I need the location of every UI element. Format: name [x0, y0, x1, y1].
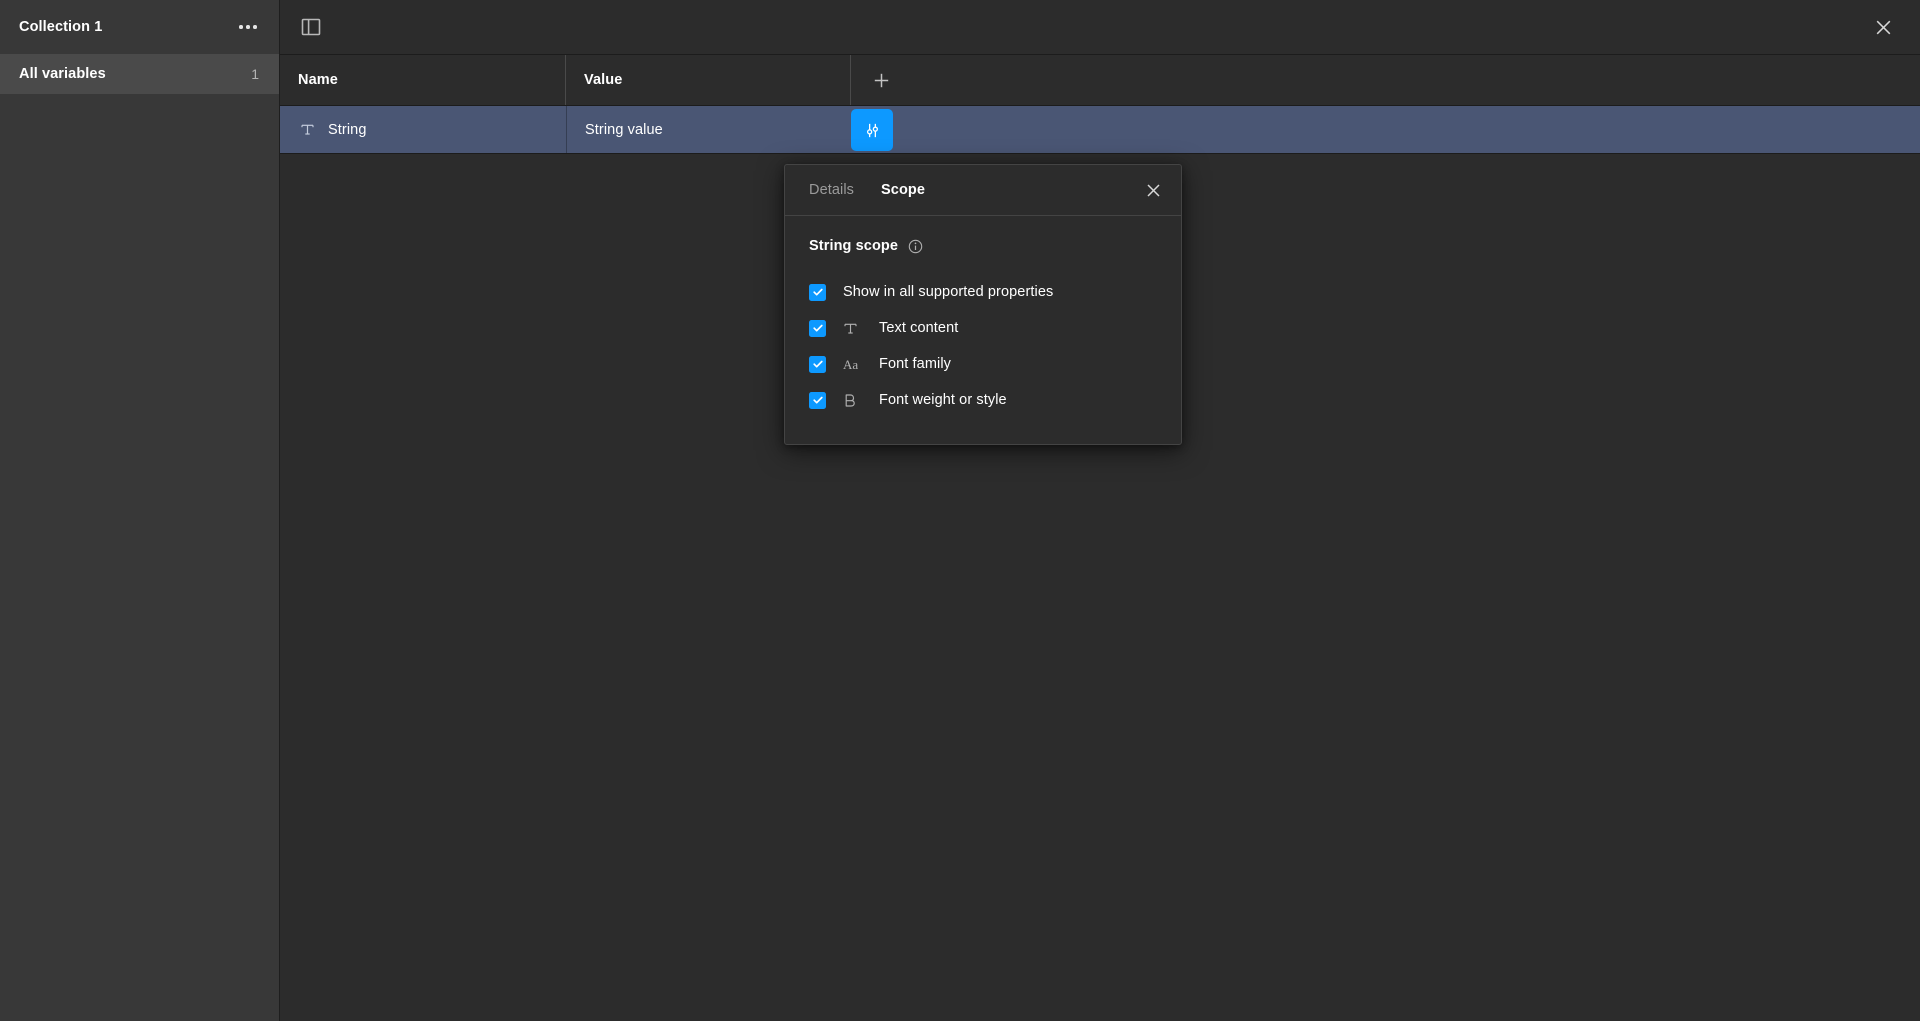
- collections-sidebar: Collection 1 All variables 1: [0, 0, 280, 1021]
- variable-value-label: String value: [585, 121, 663, 138]
- collection-more-options-button[interactable]: [235, 15, 261, 39]
- popover-tabbar: Details Scope: [785, 165, 1181, 216]
- variable-name-label: String: [328, 121, 367, 138]
- collection-title: Collection 1: [19, 19, 103, 35]
- scope-option-text-content[interactable]: Text content: [809, 310, 1157, 346]
- tab-scope[interactable]: Scope: [881, 182, 925, 198]
- toolbar: [280, 0, 1920, 54]
- variable-name-cell[interactable]: String: [280, 106, 566, 153]
- column-header-value[interactable]: Value: [566, 55, 851, 105]
- popover-close-icon[interactable]: [1137, 174, 1169, 206]
- variable-value-cell[interactable]: String value: [567, 106, 852, 153]
- info-icon[interactable]: [908, 239, 923, 254]
- checkbox-checked-icon[interactable]: [809, 283, 826, 301]
- font-weight-icon: [843, 393, 861, 408]
- scope-popover: Details Scope String scope Show in all s…: [784, 164, 1182, 445]
- dot: [239, 25, 243, 29]
- checkbox-checked-icon[interactable]: [809, 355, 826, 373]
- tab-details[interactable]: Details: [809, 182, 854, 198]
- sidebar-item-label: All variables: [19, 66, 106, 82]
- column-header-name[interactable]: Name: [280, 55, 566, 105]
- scope-option-label: Font family: [879, 356, 952, 372]
- text-type-icon: [298, 122, 316, 137]
- sidebar-panel-toggle-icon[interactable]: [294, 10, 328, 44]
- scope-option-label: Show in all supported properties: [843, 284, 1054, 300]
- add-variable-button[interactable]: [866, 65, 896, 95]
- popover-body: String scope Show in all supported prope…: [785, 216, 1181, 444]
- checkbox-checked-icon[interactable]: [809, 319, 826, 337]
- scope-option-show-in-all-supported-properties[interactable]: Show in all supported properties: [809, 274, 1157, 310]
- dot: [253, 25, 257, 29]
- table-header-row: Name Value: [280, 54, 1920, 106]
- scope-option-label: Text content: [879, 320, 959, 336]
- table-row[interactable]: String String value: [280, 106, 1920, 154]
- scope-option-font-family[interactable]: Aa Font family: [809, 346, 1157, 382]
- text-content-icon: [843, 321, 861, 336]
- checkbox-checked-icon[interactable]: [809, 391, 826, 409]
- scope-settings-button[interactable]: [851, 109, 893, 151]
- sliders-icon: [866, 123, 878, 137]
- variables-window: Collection 1 All variables 1 Name Value …: [0, 0, 1920, 1021]
- close-icon[interactable]: [1866, 10, 1900, 44]
- scope-option-font-weight-or-style[interactable]: Font weight or style: [809, 382, 1157, 418]
- dot: [246, 25, 250, 29]
- scope-option-label: Font weight or style: [879, 392, 1007, 408]
- scope-section-title: String scope: [809, 238, 899, 254]
- row-empty-area: [852, 106, 1920, 153]
- font-family-glyph: Aa: [843, 356, 859, 372]
- scope-section-header: String scope: [809, 238, 1157, 254]
- variables-main-panel: Name Value String String value Details S…: [280, 0, 1920, 1021]
- collection-header: Collection 1: [0, 0, 279, 54]
- add-column-cell: [851, 55, 911, 105]
- sidebar-item-count: 1: [251, 66, 259, 82]
- sidebar-empty-area: [0, 94, 279, 1021]
- sidebar-item-all-variables[interactable]: All variables 1: [0, 54, 279, 94]
- font-family-icon: Aa: [843, 358, 861, 371]
